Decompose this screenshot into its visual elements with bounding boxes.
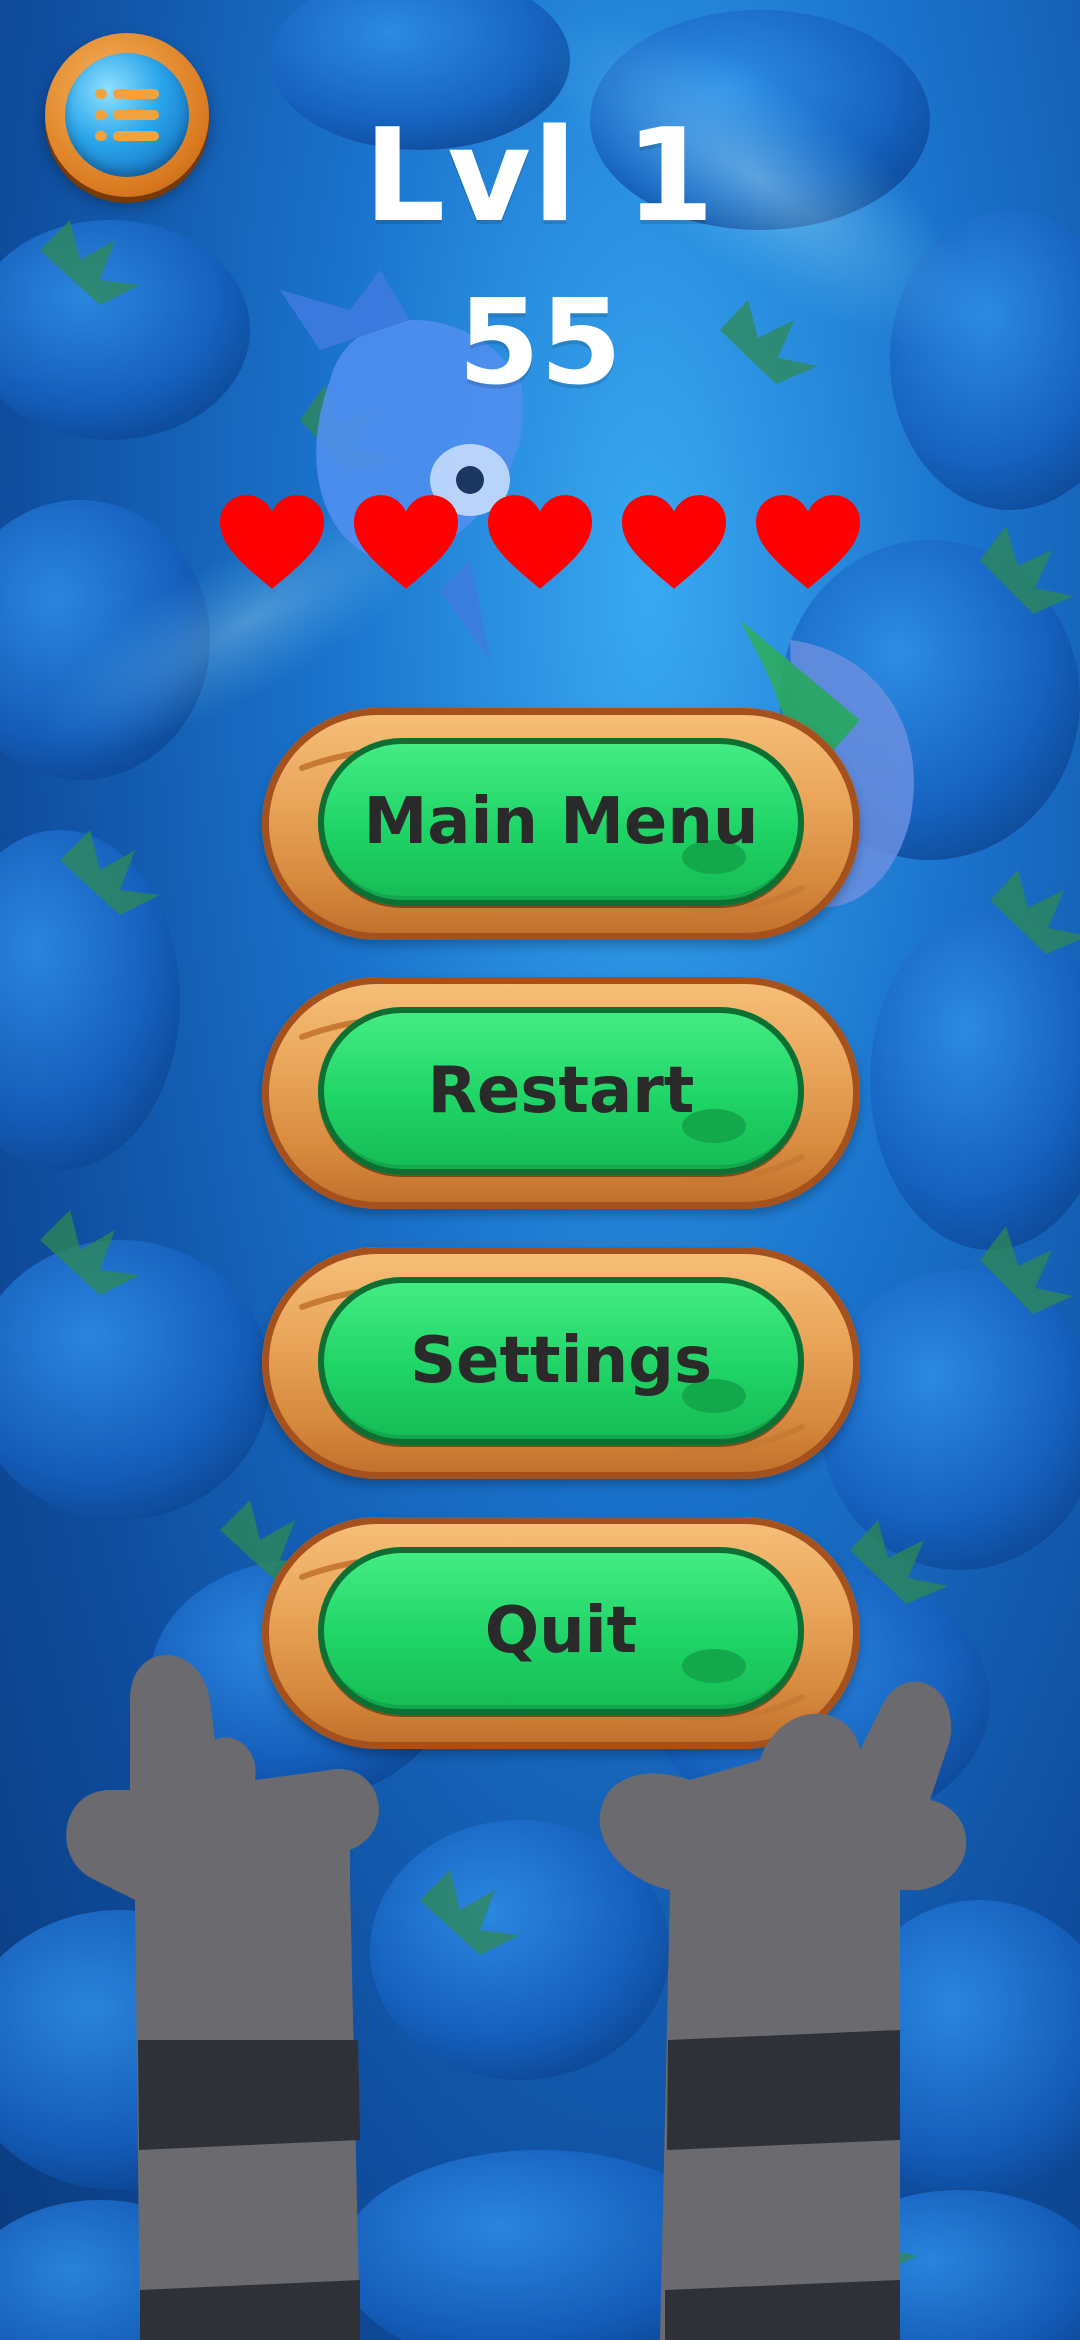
raccoon-paws xyxy=(66,1655,967,2340)
right-paw xyxy=(599,1681,967,2340)
left-paw xyxy=(66,1655,379,2340)
game-screen: Lvl 1 55 Main Menu Restart Settings Quit xyxy=(0,0,1080,2340)
